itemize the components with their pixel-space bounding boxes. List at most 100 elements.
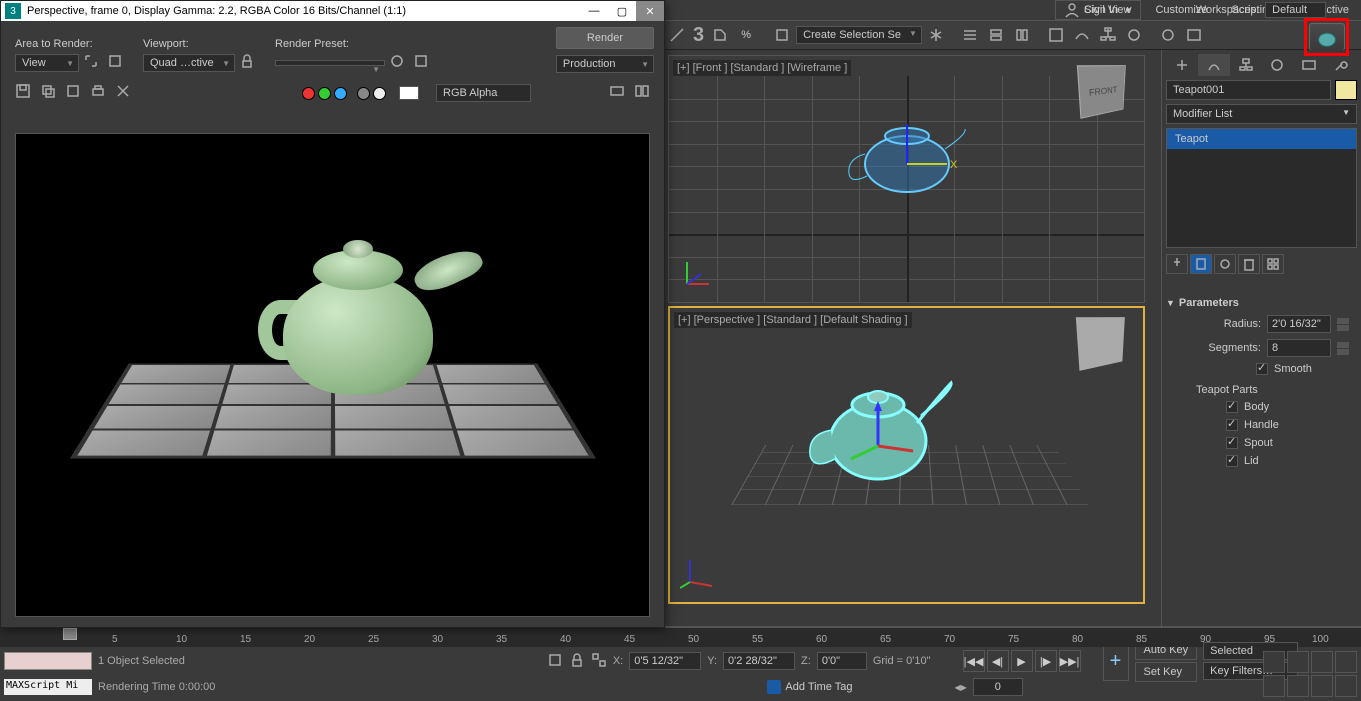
render-window-titlebar[interactable]: 3 Perspective, frame 0, Display Gamma: 2…	[1, 1, 664, 21]
teapot-wireframe[interactable]: X	[837, 114, 977, 194]
segments-input[interactable]	[1267, 339, 1331, 357]
print-icon[interactable]	[90, 83, 110, 103]
delete-image-icon[interactable]	[115, 83, 135, 103]
production-select[interactable]: Production	[556, 55, 654, 73]
viewport-front[interactable]: [+] [Front ] [Standard ] [Wireframe ] X …	[668, 55, 1145, 303]
selection-lock-icon[interactable]	[569, 652, 585, 671]
abs-transform-icon[interactable]	[591, 652, 607, 671]
object-name-input[interactable]	[1166, 80, 1331, 100]
spout-checkbox[interactable]	[1226, 437, 1238, 449]
time-ruler[interactable]: 5 10 15 20 25 30 35 40 45 50 55 60 65 70…	[0, 627, 1361, 647]
lid-checkbox[interactable]	[1226, 455, 1238, 467]
viewport-select[interactable]: Quad …ctive	[143, 54, 235, 72]
zoom-region-icon[interactable]	[1335, 675, 1357, 697]
spinner-snap-icon[interactable]: 3	[693, 24, 704, 47]
body-checkbox[interactable]	[1226, 401, 1238, 413]
maximize-button[interactable]: ▢	[608, 1, 636, 21]
zoom-all-icon[interactable]	[1335, 651, 1357, 673]
sign-in-button[interactable]: Sign In ▼	[1055, 0, 1141, 20]
layer-icon[interactable]	[984, 23, 1008, 47]
orbit-icon[interactable]	[1263, 675, 1285, 697]
selection-set-select[interactable]: Create Selection Se	[796, 26, 922, 44]
fov-icon[interactable]	[1311, 651, 1333, 673]
clone-frame-icon[interactable]	[65, 83, 85, 103]
tab-utilities[interactable]	[1325, 54, 1357, 76]
channel-display-select[interactable]: RGB Alpha	[436, 84, 531, 102]
handle-checkbox[interactable]	[1226, 419, 1238, 431]
tab-create[interactable]	[1166, 54, 1198, 76]
make-unique-icon[interactable]	[1214, 254, 1236, 274]
add-time-tag-button[interactable]: Add Time Tag	[767, 680, 852, 694]
zoom-extents-icon[interactable]	[1287, 675, 1309, 697]
teapot-shaded[interactable]	[803, 361, 963, 491]
area-to-render-select[interactable]: View	[15, 54, 79, 72]
smooth-checkbox[interactable]	[1256, 363, 1268, 375]
y-coord-input[interactable]	[723, 652, 795, 670]
stack-item-teapot[interactable]: Teapot	[1167, 129, 1356, 149]
render-frame-icon[interactable]	[1182, 23, 1206, 47]
render-button[interactable]: Render	[556, 27, 654, 49]
schematic-view-icon[interactable]	[1096, 23, 1120, 47]
next-frame-icon[interactable]: |▶	[1035, 650, 1057, 672]
maxscript-listener[interactable]: MAXScript Mi	[4, 679, 92, 695]
goto-end-icon[interactable]: ▶▶|	[1059, 650, 1081, 672]
configure-sets-icon[interactable]	[1262, 254, 1284, 274]
pan-icon[interactable]	[1263, 651, 1285, 673]
environment-icon[interactable]	[413, 53, 433, 73]
modifier-list-select[interactable]: Modifier List ▼	[1166, 104, 1357, 124]
tab-modify[interactable]	[1198, 54, 1230, 76]
set-key-button[interactable]: Set Key	[1135, 662, 1198, 682]
tab-hierarchy[interactable]	[1230, 54, 1262, 76]
workspace-select[interactable]: Default	[1265, 2, 1326, 18]
x-coord-input[interactable]	[629, 652, 701, 670]
mono-channel-button[interactable]	[373, 87, 386, 100]
red-channel-button[interactable]	[302, 87, 315, 100]
viewport-perspective[interactable]: [+] [Perspective ] [Standard ] [Default …	[668, 306, 1145, 604]
curve-editor-icon[interactable]	[1070, 23, 1094, 47]
set-key-big-button[interactable]: +	[1103, 641, 1129, 681]
save-image-icon[interactable]	[15, 83, 35, 103]
show-end-result-icon[interactable]	[1190, 254, 1212, 274]
percent-snap-icon[interactable]: %	[734, 23, 758, 47]
current-frame-input[interactable]	[973, 678, 1023, 696]
region-edit-icon[interactable]	[83, 53, 103, 73]
compare-icon[interactable]	[634, 83, 654, 103]
named-sel-icon[interactable]	[770, 23, 794, 47]
tab-display[interactable]	[1293, 54, 1325, 76]
view-cube-persp[interactable]	[1076, 317, 1125, 371]
segments-spinner[interactable]	[1337, 341, 1349, 355]
render-preset-select[interactable]	[275, 60, 385, 66]
radius-spinner[interactable]	[1337, 317, 1349, 331]
render-setup-icon[interactable]	[1156, 23, 1180, 47]
object-color-swatch[interactable]	[1335, 80, 1357, 100]
angle-snap-icon[interactable]	[665, 23, 689, 47]
goto-start-icon[interactable]: |◀◀	[963, 650, 985, 672]
edit-named-sel-icon[interactable]	[708, 23, 732, 47]
bg-color-swatch[interactable]	[399, 86, 419, 100]
align-icon[interactable]	[958, 23, 982, 47]
close-button[interactable]: ✕	[636, 1, 664, 21]
remove-modifier-icon[interactable]	[1238, 254, 1260, 274]
scene-explorer-icon[interactable]	[1010, 23, 1034, 47]
pin-stack-icon[interactable]	[1166, 254, 1188, 274]
time-slider-handle[interactable]	[63, 628, 77, 640]
blue-channel-button[interactable]	[334, 87, 347, 100]
copy-image-icon[interactable]	[40, 83, 60, 103]
tab-motion[interactable]	[1261, 54, 1293, 76]
viewport-persp-label[interactable]: [+] [Perspective ] [Standard ] [Default …	[674, 312, 912, 328]
minimize-button[interactable]: —	[580, 1, 608, 21]
rendered-frame-viewport[interactable]	[15, 133, 650, 617]
parameters-rollout-header[interactable]: ▼ Parameters	[1166, 294, 1357, 312]
radius-input[interactable]	[1267, 315, 1331, 333]
viewport-front-label[interactable]: [+] [Front ] [Standard ] [Wireframe ]	[673, 60, 851, 76]
auto-region-icon[interactable]	[107, 53, 127, 73]
alpha-channel-button[interactable]	[357, 87, 370, 100]
max-viewport-icon[interactable]	[1311, 675, 1333, 697]
prev-frame-icon[interactable]: ◀|	[987, 650, 1009, 672]
mirror-icon[interactable]	[924, 23, 948, 47]
lock-viewport-icon[interactable]	[239, 53, 259, 73]
z-coord-input[interactable]	[817, 652, 867, 670]
toggle-ui-icon[interactable]	[609, 83, 629, 103]
prompt-area[interactable]	[4, 652, 92, 670]
green-channel-button[interactable]	[318, 87, 331, 100]
